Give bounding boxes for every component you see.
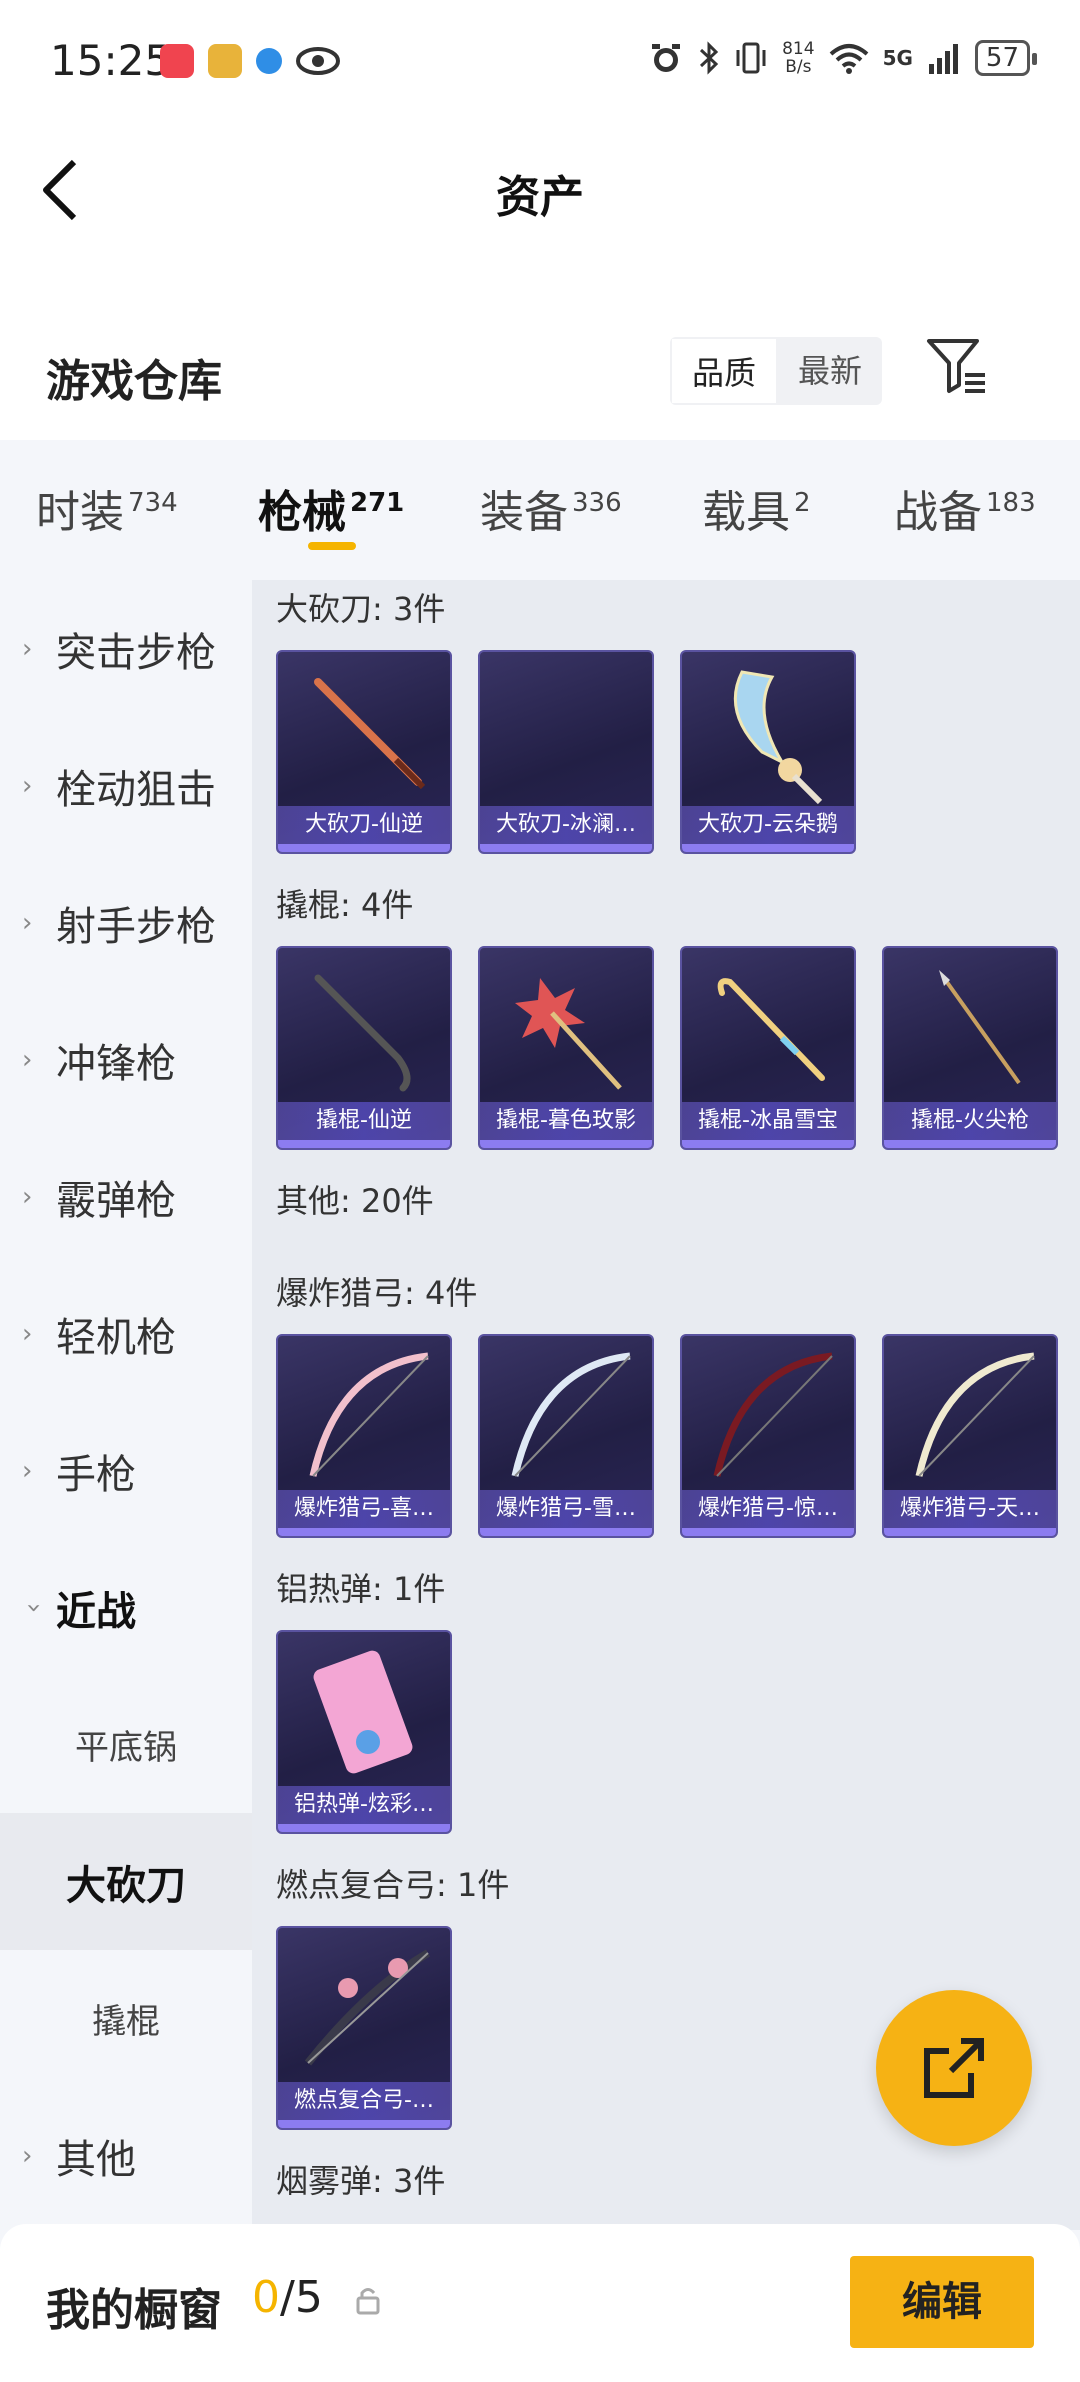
edit-button[interactable]: 编辑 — [850, 2256, 1034, 2348]
header: 资产 — [0, 125, 1080, 315]
machete-icon — [733, 670, 823, 805]
sort-option-newest[interactable]: 最新 — [778, 337, 882, 405]
item-card[interactable]: 撬棍-火尖枪 — [882, 946, 1058, 1150]
sidebar-item-other[interactable]: › 其他 — [0, 2087, 252, 2224]
chevron-right-icon: › — [22, 907, 33, 938]
external-link-icon — [924, 2038, 984, 2098]
chevron-right-icon: › — [22, 770, 33, 801]
chevron-right-icon: › — [22, 633, 33, 664]
tab-firearms[interactable]: 枪械 271 — [258, 476, 404, 540]
network-type: 5G — [882, 46, 913, 70]
spear-icon — [939, 970, 1021, 1085]
compound-bow-icon — [304, 1949, 431, 2066]
tab-active-indicator — [308, 542, 356, 550]
section-title: 燃点复合弓: 1件 — [276, 1866, 510, 1904]
sidebar-sub-pan[interactable]: 平底锅 — [0, 1676, 252, 1813]
machete-icon — [314, 678, 426, 790]
chevron-right-icon: › — [22, 1044, 33, 1075]
filter-icon — [927, 339, 985, 393]
showcase-bar: 我的橱窗 0/5 编辑 — [0, 2224, 1080, 2382]
warehouse-title: 游戏仓库 — [46, 356, 222, 407]
pinwheel-icon — [515, 978, 622, 1090]
tab-battle-prep[interactable]: 战备 183 — [894, 476, 1036, 540]
sidebar-item-assault-rifle[interactable]: › 突击步枪 — [0, 580, 252, 717]
sidebar-sub-machete[interactable]: 大砍刀 — [0, 1813, 252, 1950]
item-card[interactable]: 大砍刀-仙逆 — [276, 650, 452, 854]
item-card[interactable]: 铝热弹-炫彩… — [276, 1630, 452, 1834]
item-card[interactable]: 撬棍-仙逆 — [276, 946, 452, 1150]
sidebar-item-shotgun[interactable]: › 霰弹枪 — [0, 1128, 252, 1265]
page-title: 资产 — [496, 172, 584, 223]
section-title: 大砍刀: 3件 — [276, 590, 446, 628]
sidebar-item-marksman-rifle[interactable]: › 射手步枪 — [0, 854, 252, 991]
sidebar-item-lmg[interactable]: › 轻机枪 — [0, 1265, 252, 1402]
section-title: 爆炸猎弓: 4件 — [276, 1274, 478, 1312]
yellow-app-icon — [208, 44, 242, 78]
item-card[interactable]: 爆炸猎弓-惊… — [680, 1334, 856, 1538]
sidebar-item-melee[interactable]: › 近战 — [0, 1539, 252, 1676]
eye-icon — [296, 47, 340, 75]
battery-indicator: 57 — [974, 40, 1038, 76]
item-grid: 大砍刀: 3件 大砍刀-仙逆 大砍刀-冰澜… 大砍刀-云朵鹅 撬棍: 4件 撬棍… — [252, 580, 1080, 2230]
grenade-icon — [313, 1650, 413, 1774]
showcase-title: 我的橱窗 — [46, 2285, 222, 2336]
status-bar: 15:25 814 B/s 5G 57 — [0, 0, 1080, 125]
filter-button[interactable] — [925, 335, 995, 405]
chevron-right-icon: › — [22, 1455, 33, 1486]
item-card[interactable]: 大砍刀-冰澜… — [478, 650, 654, 854]
section-title: 其他: 20件 — [276, 1182, 434, 1220]
crowbar-icon — [314, 974, 411, 1092]
section-title: 撬棍: 4件 — [276, 886, 414, 924]
category-tabs: 时装 734 枪械 271 装备 336 载具 2 战备 183 — [0, 440, 1080, 580]
item-card[interactable]: 爆炸猎弓-喜… — [276, 1334, 452, 1538]
item-card[interactable]: 燃点复合弓-… — [276, 1926, 452, 2130]
bluetooth-icon — [700, 41, 719, 75]
sidebar: › 突击步枪 › 栓动狙击 › 射手步枪 › 冲锋枪 › 霰弹枪 › 轻机枪 › 手枪 › 近战… — [0, 580, 252, 2230]
tab-equipment[interactable]: 装备 336 — [480, 476, 622, 540]
chevron-right-icon: › — [22, 1181, 33, 1212]
item-card[interactable]: 撬棍-暮色玫影 — [478, 946, 654, 1150]
red-app-icon — [160, 44, 194, 78]
item-card[interactable]: 爆炸猎弓-天… — [882, 1334, 1058, 1538]
item-card[interactable]: 大砍刀-云朵鹅 — [680, 650, 856, 854]
bow-icon — [511, 1352, 631, 1477]
blue-app-icon — [256, 48, 282, 74]
sidebar-item-pistol[interactable]: › 手枪 — [0, 1402, 252, 1539]
item-card[interactable]: 撬棍-冰晶雪宝 — [680, 946, 856, 1150]
section-title: 铝热弹: 1件 — [276, 1570, 446, 1608]
wifi-icon — [829, 44, 868, 74]
chevron-down-icon: › — [19, 1602, 49, 1613]
vibrate-icon — [736, 42, 766, 74]
bow-icon — [309, 1352, 429, 1477]
chevron-right-icon: › — [22, 2140, 33, 2171]
net-speed: 814 B/s — [782, 39, 815, 77]
sort-option-quality[interactable]: 品质 — [670, 337, 779, 405]
item-card[interactable]: 爆炸猎弓-雪… — [478, 1334, 654, 1538]
tab-fashion[interactable]: 时装 734 — [36, 476, 178, 540]
status-right: 814 B/s 5G 57 — [648, 39, 1038, 77]
status-time: 15:25 — [50, 36, 172, 85]
chevron-right-icon: › — [22, 1318, 33, 1349]
tab-vehicles[interactable]: 载具 2 — [702, 476, 811, 540]
lock-icon — [356, 2288, 380, 2315]
share-fab[interactable] — [876, 1990, 1032, 2146]
bow-icon — [915, 1352, 1035, 1477]
sidebar-item-bolt-sniper[interactable]: › 栓动狙击 — [0, 717, 252, 854]
warehouse-bar: 游戏仓库 品质 最新 — [0, 315, 1080, 440]
signal-icon — [928, 44, 958, 74]
sidebar-sub-crowbar[interactable]: 撬棍 — [0, 1950, 252, 2087]
status-app-icons — [160, 44, 340, 78]
crowbar-icon — [717, 978, 825, 1081]
showcase-count: 0/5 — [252, 2272, 323, 2323]
bow-icon — [713, 1352, 833, 1477]
alarm-icon — [652, 44, 681, 72]
sidebar-item-smg[interactable]: › 冲锋枪 — [0, 991, 252, 1128]
sort-toggle: 品质 最新 — [670, 337, 883, 405]
section-title: 烟雾弹: 3件 — [276, 2162, 446, 2200]
